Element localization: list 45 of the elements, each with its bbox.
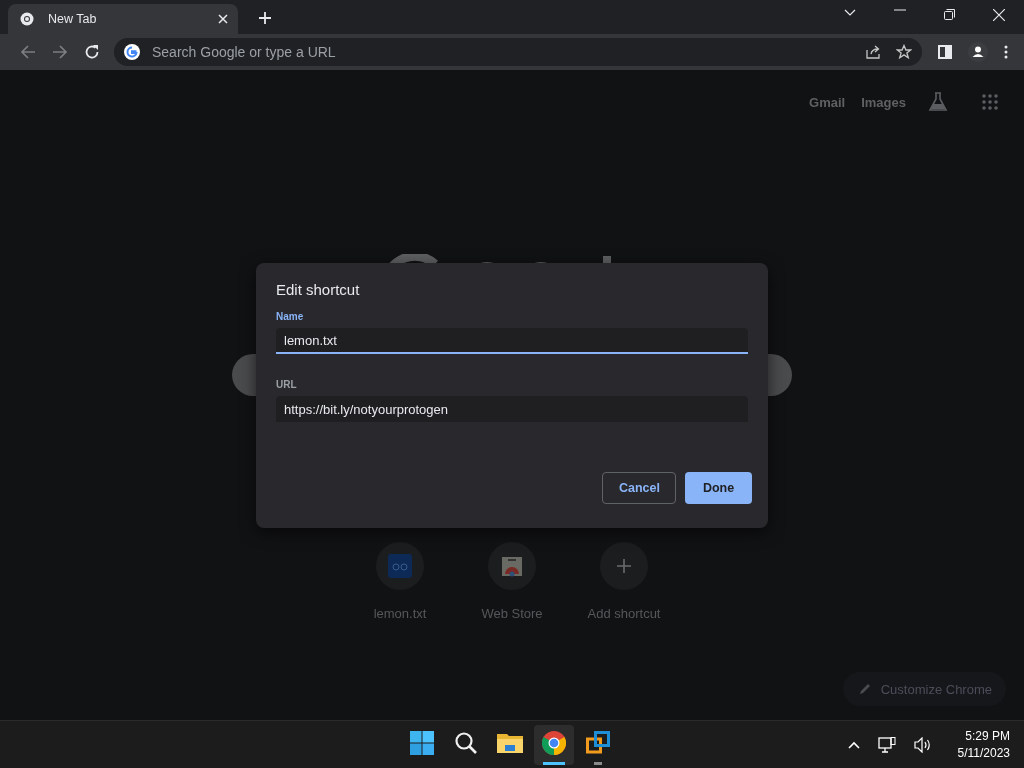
back-icon[interactable]: [20, 44, 36, 60]
input-field[interactable]: https://bit.ly/notyourprotogen: [276, 396, 748, 422]
date-text: 5/11/2023: [957, 744, 1010, 762]
shortcut-title: Add shortcut: [587, 606, 661, 621]
menu-icon[interactable]: [1004, 45, 1008, 59]
browser-tab[interactable]: New Tab: [8, 4, 238, 34]
apps-grid-icon[interactable]: [982, 94, 998, 110]
add-icon: [617, 559, 631, 573]
field-label: URL: [276, 379, 298, 390]
input-field[interactable]: lemon.txt: [276, 328, 748, 354]
flask-icon[interactable]: [928, 92, 948, 112]
dialog-title: Edit shortcut: [276, 281, 361, 298]
close-tab-icon[interactable]: [218, 14, 228, 24]
volume-icon[interactable]: [913, 736, 932, 753]
site-favicon-icon: [388, 554, 412, 578]
pencil-icon: [858, 683, 871, 695]
browser-logo-icon: [20, 12, 34, 26]
chevron-down-icon[interactable]: [844, 9, 856, 17]
new-tab-icon[interactable]: [258, 11, 272, 25]
network-icon[interactable]: [877, 736, 896, 753]
store-icon: [500, 554, 524, 578]
chrome-logo-icon: [542, 731, 566, 755]
taskbar-app[interactable]: [534, 724, 574, 765]
field-label: Name: [276, 311, 305, 322]
clock[interactable]: 5:29 PM 5/11/2023: [957, 727, 1010, 762]
folder-icon: [497, 732, 523, 754]
shortcut-title: lemon.txt: [373, 606, 427, 621]
side-panel-icon[interactable]: [938, 45, 952, 59]
close-icon[interactable]: [993, 9, 1005, 21]
profile-icon[interactable]: [968, 42, 988, 62]
star-icon[interactable]: [896, 44, 912, 60]
share-icon[interactable]: [866, 45, 882, 59]
time-text: 5:29 PM: [965, 727, 1010, 745]
cancel-button[interactable]: Cancel: [602, 472, 676, 504]
overlapping-squares-icon: [586, 731, 610, 755]
windows-logo-icon: [410, 731, 434, 755]
google-logo-icon: [124, 44, 140, 60]
reload-icon[interactable]: [84, 44, 100, 60]
restore-icon[interactable]: [944, 9, 955, 20]
address-bar[interactable]: Search Google or type a URL: [114, 38, 922, 66]
forward-icon[interactable]: [52, 44, 68, 60]
chevron-up-icon[interactable]: [847, 740, 860, 749]
search-icon: [454, 731, 478, 755]
done-button[interactable]: Done: [685, 472, 752, 504]
shortcut-title: Web Store: [481, 606, 543, 621]
